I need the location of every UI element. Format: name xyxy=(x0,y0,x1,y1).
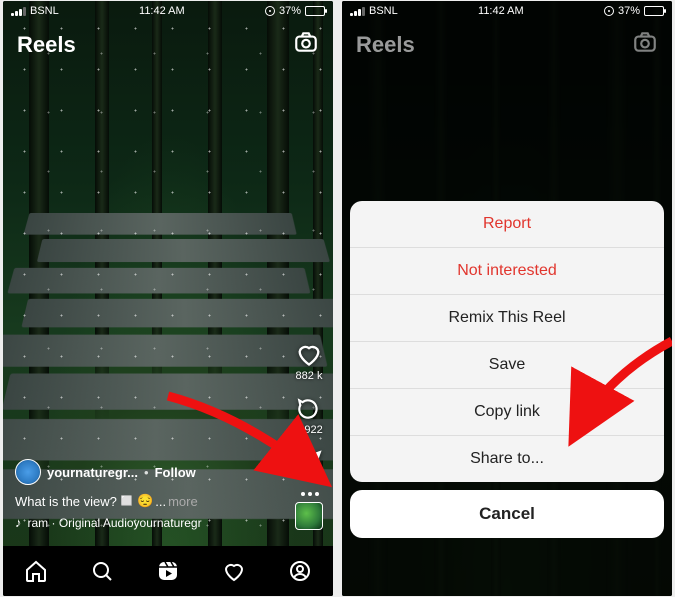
nav-reels[interactable] xyxy=(156,559,180,583)
user-row[interactable]: yournaturegr... • Follow xyxy=(15,459,273,485)
status-bar: BSNL 11:42 AM 37% xyxy=(342,1,672,21)
signal-icon xyxy=(11,7,26,16)
nav-home[interactable] xyxy=(24,559,48,583)
like-button[interactable]: 882 k xyxy=(295,340,323,382)
battery-pct: 37% xyxy=(279,5,301,17)
carrier-label: BSNL xyxy=(369,5,398,17)
page-title: Reels xyxy=(356,32,415,58)
battery-icon xyxy=(305,6,325,16)
sheet-copy-link[interactable]: Copy link xyxy=(350,389,664,436)
search-icon xyxy=(90,559,114,583)
bg-steps xyxy=(3,209,333,596)
nav-search[interactable] xyxy=(90,559,114,583)
signal-icon xyxy=(350,7,365,16)
sheet-remix[interactable]: Remix This Reel xyxy=(350,295,664,342)
battery-icon xyxy=(644,6,664,16)
caption-more: more xyxy=(168,494,198,509)
carrier-label: BSNL xyxy=(30,5,59,17)
nav-activity[interactable] xyxy=(222,559,246,583)
page-title: Reels xyxy=(17,32,76,58)
audio-note-icon: ♪ xyxy=(15,515,22,530)
username-label: yournaturegr... xyxy=(47,465,138,480)
caption[interactable]: What is the view? ◻️ 😔 ... more xyxy=(15,493,273,509)
action-sheet: Report Not interested Remix This Reel Sa… xyxy=(350,201,664,538)
reels-icon xyxy=(156,559,180,583)
comment-count: 2,922 xyxy=(295,424,323,436)
reels-header-dim: Reels xyxy=(342,25,672,64)
camera-button xyxy=(632,29,658,60)
sheet-save[interactable]: Save xyxy=(350,342,664,389)
send-icon xyxy=(296,450,322,476)
more-options-button[interactable] xyxy=(301,492,319,496)
audio-row[interactable]: ♪ ram · Original Audioyournaturegr xyxy=(15,515,273,530)
separator-dot: • xyxy=(144,465,149,480)
phone-right: BSNL 11:42 AM 37% Reels Report Not inter… xyxy=(342,1,672,596)
sheet-cancel[interactable]: Cancel xyxy=(350,490,664,538)
location-icon xyxy=(265,6,275,16)
audio-label: ram · Original Audioyournaturegr xyxy=(28,516,202,530)
avatar xyxy=(15,459,41,485)
nav-profile[interactable] xyxy=(288,559,312,583)
sheet-report[interactable]: Report xyxy=(350,201,664,248)
status-bar: BSNL 11:42 AM 37% xyxy=(3,1,333,21)
sheet-options-group: Report Not interested Remix This Reel Sa… xyxy=(350,201,664,482)
location-icon xyxy=(604,6,614,16)
profile-icon xyxy=(288,559,312,583)
comment-icon xyxy=(296,396,322,422)
audio-thumbnail[interactable] xyxy=(295,502,323,530)
camera-button[interactable] xyxy=(293,29,319,60)
like-count: 882 k xyxy=(296,370,323,382)
heart-outline-icon xyxy=(222,559,246,583)
caption-emoji-square: ◻️ xyxy=(119,493,135,509)
reels-header: Reels xyxy=(3,25,333,64)
caption-emoji-uneasy: 😔 xyxy=(137,493,153,509)
action-rail: 882 k 2,922 xyxy=(295,340,323,476)
caption-text: What is the view? xyxy=(15,494,117,509)
phone-left: BSNL 11:42 AM 37% Reels 882 k 2,922 xyxy=(3,1,333,596)
sheet-share-to[interactable]: Share to... xyxy=(350,436,664,482)
home-icon xyxy=(24,559,48,583)
bottom-nav xyxy=(3,546,333,596)
comment-button[interactable]: 2,922 xyxy=(295,396,323,436)
sheet-not-interested[interactable]: Not interested xyxy=(350,248,664,295)
camera-icon xyxy=(632,29,658,55)
battery-pct: 37% xyxy=(618,5,640,17)
reel-info: yournaturegr... • Follow What is the vie… xyxy=(15,459,273,530)
camera-icon xyxy=(293,29,319,55)
follow-button[interactable]: Follow xyxy=(155,465,196,480)
clock: 11:42 AM xyxy=(478,5,524,17)
share-button[interactable] xyxy=(296,450,322,476)
caption-ellipsis: ... xyxy=(155,494,166,509)
heart-icon xyxy=(295,340,323,368)
clock: 11:42 AM xyxy=(139,5,185,17)
